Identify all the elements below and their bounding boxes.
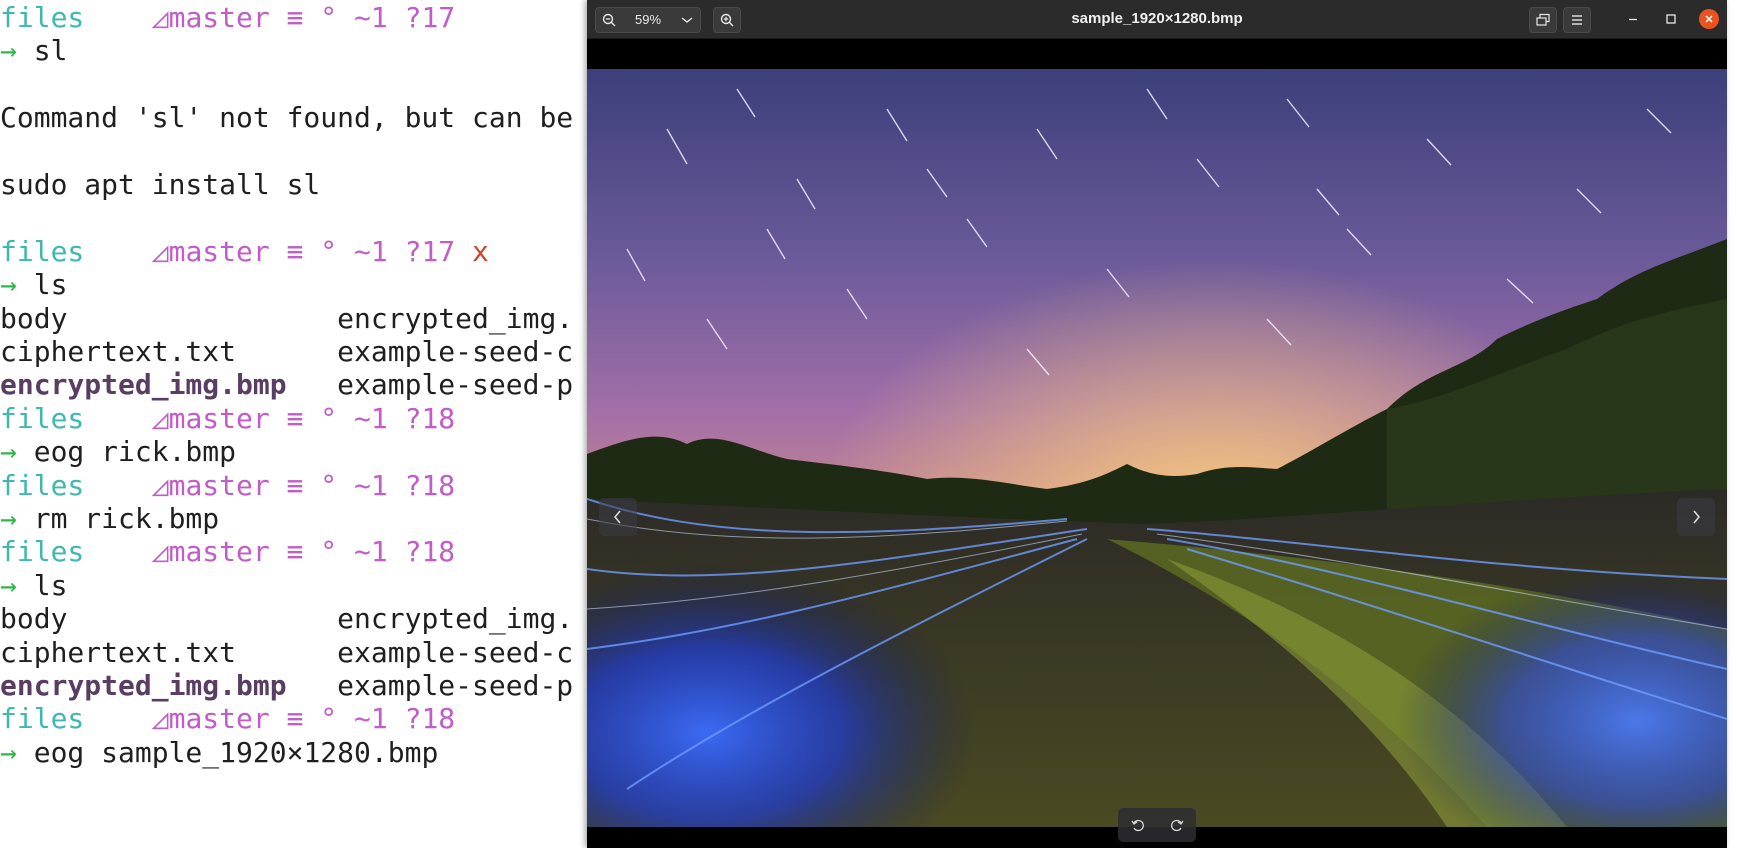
chevron-right-icon (1693, 510, 1700, 524)
gallery-icon (1536, 13, 1550, 26)
terminal-line: ciphertext.txt example-seed-c (0, 333, 573, 370)
terminal-line: files ◿master ≡ ° ~1 ?17 x (0, 233, 489, 270)
rotate-right-button[interactable] (1164, 812, 1190, 838)
prompt-directory: files (0, 702, 85, 736)
prompt-git-status: ◿master ≡ ° ~1 ?18 (84, 401, 456, 435)
terminal-text: eog rick.bmp (33, 435, 237, 469)
rotate-right-icon (1170, 819, 1184, 832)
terminal-line: body encrypted_img. (0, 600, 573, 637)
prompt-arrow: → (0, 502, 34, 535)
close-button[interactable] (1699, 9, 1719, 29)
prompt-git-status: ◿master ≡ ° ~1 ?18 (84, 468, 456, 502)
terminal-text: body (0, 602, 338, 636)
terminal-text: rm rick.bmp (33, 502, 220, 535)
maximize-button[interactable] (1661, 9, 1681, 29)
terminal-window[interactable]: files ◿master ≡ ° ~1 ?17 → sl Command 'sl'… (0, 0, 600, 848)
terminal-line: body encrypted_img. (0, 300, 573, 337)
prompt-arrow: → (0, 735, 34, 769)
minimize-icon (1629, 18, 1637, 21)
terminal-text: body (0, 301, 338, 335)
minimize-button[interactable] (1623, 9, 1643, 29)
letterbox-top (587, 39, 1727, 69)
gallery-button[interactable] (1529, 7, 1557, 33)
image-viewer-window: 59% sample_1920×1280.bmp (587, 0, 1727, 848)
zoom-out-icon (602, 13, 616, 27)
terminal-text: example-seed-c (337, 635, 574, 669)
terminal-line: files ◿master ≡ ° ~1 ?18 (0, 467, 455, 504)
zoom-out-button[interactable] (596, 8, 622, 32)
prompt-arrow: → (0, 268, 34, 302)
terminal-text: encrypted_img.bmp (0, 368, 287, 402)
terminal-text: x (472, 234, 489, 268)
rotate-left-icon (1130, 819, 1144, 832)
terminal-text: sudo apt install sl (0, 168, 321, 201)
terminal-text: ls (33, 268, 68, 302)
chevron-left-icon (614, 510, 621, 524)
terminal-text: example-seed-c (337, 335, 574, 368)
terminal-text: encrypted_img.bmp (0, 669, 287, 702)
terminal-line: files ◿master ≡ ° ~1 ?18 (0, 533, 455, 570)
terminal-line: Command 'sl' not found, but can be insta… (0, 99, 600, 136)
landscape-photo (587, 69, 1727, 827)
terminal-line: encrypted_img.bmp example-seed-p (0, 366, 573, 403)
terminal-text: encrypted_img. (337, 301, 574, 335)
maximize-icon (1666, 14, 1676, 24)
menu-button[interactable] (1563, 7, 1591, 33)
terminal-text: ciphertext.txt (0, 635, 338, 669)
terminal-text: ciphertext.txt (0, 335, 338, 368)
prompt-git-status: ◿master ≡ ° ~1 ?17 (84, 1, 456, 34)
terminal-line: → ls (0, 567, 67, 604)
close-icon (1705, 15, 1713, 23)
prompt-git-status: ◿master ≡ ° ~1 ?18 (84, 702, 456, 736)
rotate-left-button[interactable] (1125, 812, 1151, 838)
prompt-directory: files (0, 535, 85, 569)
terminal-text: sl (33, 34, 68, 68)
terminal-line: ciphertext.txt example-seed-c (0, 634, 573, 671)
zoom-in-icon (720, 13, 734, 27)
prompt-directory: files (0, 1, 85, 34)
prompt-directory: files (0, 234, 85, 268)
chevron-down-icon (681, 17, 693, 23)
terminal-line: encrypted_img.bmp example-seed-p (0, 667, 573, 704)
terminal-line: → rm rick.bmp (0, 500, 219, 537)
zoom-dropdown-button[interactable] (674, 8, 700, 32)
zoom-in-button[interactable] (713, 7, 741, 33)
prompt-arrow: → (0, 568, 34, 602)
terminal-text: example-seed-p (286, 368, 574, 402)
terminal-line: → sl (0, 32, 67, 69)
prompt-directory: files (0, 468, 85, 502)
terminal-text: encrypted_img. (337, 602, 574, 636)
prompt-git-status: ◿master ≡ ° ~1 ?17 (84, 234, 473, 268)
terminal-text: ls (33, 568, 68, 602)
zoom-control: 59% (595, 7, 701, 33)
terminal-line: → eog sample_1920×1280.bmp (0, 734, 438, 771)
terminal-text: eog sample_1920×1280.bmp (33, 735, 439, 769)
rotate-controls (1118, 808, 1196, 842)
displayed-image[interactable] (587, 69, 1727, 827)
header-bar: 59% sample_1920×1280.bmp (587, 0, 1727, 39)
terminal-text: Command 'sl' not found, but can be insta… (0, 101, 600, 135)
next-image-button[interactable] (1677, 498, 1715, 536)
terminal-line: files ◿master ≡ ° ~1 ?18 (0, 700, 455, 737)
zoom-level[interactable]: 59% (622, 8, 674, 32)
prompt-arrow: → (0, 435, 34, 469)
prompt-arrow: → (0, 34, 34, 68)
prompt-git-status: ◿master ≡ ° ~1 ?18 (84, 535, 456, 569)
hamburger-menu-icon (1572, 15, 1582, 25)
terminal-line: → eog rick.bmp (0, 433, 236, 470)
terminal-text: example-seed-p (286, 669, 574, 702)
previous-image-button[interactable] (599, 498, 637, 536)
terminal-line: files ◿master ≡ ° ~1 ?17 (0, 0, 455, 36)
terminal-line: sudo apt install sl (0, 166, 320, 203)
prompt-directory: files (0, 401, 85, 435)
terminal-line: files ◿master ≡ ° ~1 ?18 (0, 400, 455, 437)
terminal-line: → ls (0, 266, 67, 303)
